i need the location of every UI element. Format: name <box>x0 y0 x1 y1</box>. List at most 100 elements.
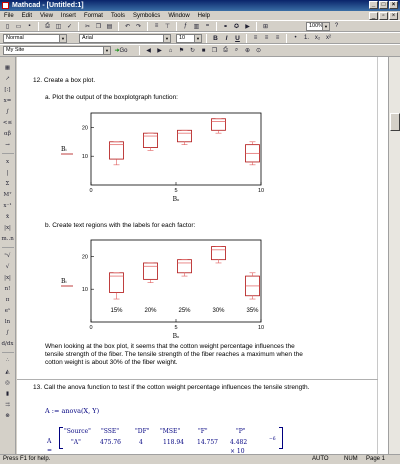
nth-root-icon[interactable]: ⁿ√ <box>2 251 14 261</box>
range-icon[interactable]: m..n <box>2 234 14 244</box>
redo-icon[interactable]: ↷ <box>134 22 143 31</box>
menu-view[interactable]: View <box>40 13 53 19</box>
calculator-palette-icon[interactable]: ▦ <box>2 63 14 73</box>
menu-edit[interactable]: Edit <box>22 13 32 19</box>
anova-definition[interactable]: A := anova(X, Y) <box>45 407 99 415</box>
insert-unit-icon[interactable]: ▥ <box>192 22 201 31</box>
sum-icon[interactable]: Σ <box>2 179 14 189</box>
italic-button[interactable]: I <box>222 34 231 43</box>
symbolic-palette-icon[interactable]: → <box>2 140 14 150</box>
menu-help[interactable]: Help <box>198 13 210 19</box>
xy-plot-icon[interactable]: x <box>2 157 14 167</box>
menu-format[interactable]: Format <box>84 13 103 19</box>
forward-icon[interactable]: ▶ <box>155 46 164 55</box>
box-plot-1[interactable]: 0 5 10 10 20 Bᵢ Bₒ <box>41 105 281 205</box>
box-plot-2[interactable]: 0 5 10 10 20 Bᵢ Bₒ 15% 20% 25% 30% 35% <box>41 232 281 342</box>
bold-button[interactable]: B <box>211 34 220 43</box>
bullets-icon[interactable]: • <box>291 34 300 43</box>
matrix-palette-icon[interactable]: [:] <box>2 85 14 95</box>
vertical-scrollbar[interactable] <box>388 57 400 454</box>
inverse-icon[interactable]: x⁻¹ <box>2 201 14 211</box>
absolute-icon[interactable]: |x| <box>2 273 14 283</box>
derivative-icon[interactable]: d/dx <box>2 339 14 349</box>
log-icon[interactable]: ln <box>2 317 14 327</box>
print-preview-icon[interactable]: ◫ <box>54 22 63 31</box>
vector-icon[interactable]: x̄ <box>2 212 14 222</box>
superscript-icon[interactable]: x² <box>324 34 333 43</box>
undo-icon[interactable]: ↶ <box>123 22 132 31</box>
insert-function-icon[interactable]: ƒ <box>181 22 190 31</box>
align-right-icon[interactable]: ≡ <box>273 34 282 43</box>
evaluation-palette-icon[interactable]: x= <box>2 96 14 106</box>
resource-select[interactable]: My Site ▼ <box>3 46 111 55</box>
cut-icon[interactable]: ✂ <box>83 22 92 31</box>
help-resources-icon[interactable]: ⊙ <box>254 46 263 55</box>
copy-page-icon[interactable]: ❐ <box>210 46 219 55</box>
insert-hyperlink-icon[interactable]: ⚭ <box>221 22 230 31</box>
print-icon[interactable]: ⎙ <box>43 22 52 31</box>
font-size-select[interactable]: 10 ▼ <box>176 33 202 43</box>
square-root-icon[interactable]: √ <box>2 262 14 272</box>
font-select[interactable]: Arial ▼ <box>79 33 171 43</box>
minimize-button[interactable]: _ <box>369 1 378 9</box>
underline-button[interactable]: U <box>233 34 242 43</box>
surface-plot-icon[interactable]: ◭ <box>2 367 14 377</box>
calculate-icon[interactable]: = <box>203 22 212 31</box>
doc-close-button[interactable]: × <box>389 11 398 20</box>
scrollbar-thumb[interactable] <box>390 113 400 131</box>
resource-center-icon[interactable]: ⊞ <box>261 22 270 31</box>
programming-palette-icon[interactable]: αβ <box>2 129 14 139</box>
transpose-icon[interactable]: Mᵀ <box>2 190 14 200</box>
calculus-palette-icon[interactable]: ∫ <box>2 107 14 117</box>
menu-insert[interactable]: Insert <box>61 13 76 19</box>
bar-plot-icon[interactable]: ▮ <box>2 389 14 399</box>
help-icon[interactable]: ? <box>332 22 341 31</box>
close-button[interactable]: × <box>389 1 398 9</box>
boolean-palette-icon[interactable]: <≤ <box>2 118 14 128</box>
polar-plot-icon[interactable]: ⊛ <box>2 411 14 421</box>
doc-minimize-button[interactable]: _ <box>369 11 378 20</box>
home-icon[interactable]: ⌂ <box>166 46 175 55</box>
zoom-select[interactable]: 100% ▼ <box>306 21 330 31</box>
paste-icon[interactable]: ▤ <box>105 22 114 31</box>
vector-field-icon[interactable]: ⇉ <box>2 400 14 410</box>
menu-tools[interactable]: Tools <box>111 13 125 19</box>
exponent-icon[interactable]: eˣ <box>2 306 14 316</box>
go-button[interactable]: ➜ Go <box>113 46 129 55</box>
align-center-icon[interactable]: ≡ <box>262 34 271 43</box>
worksheet[interactable]: 12. Create a box plot. a. Plot the outpu… <box>17 57 388 454</box>
menu-file[interactable]: File <box>4 13 14 19</box>
align-across-icon[interactable]: ≡ <box>152 22 161 31</box>
next-icon[interactable]: ⊕ <box>243 46 252 55</box>
stop-icon[interactable]: ■ <box>199 46 208 55</box>
doc-restore-button[interactable]: ▫ <box>379 11 388 20</box>
graph-palette-icon[interactable]: ↗ <box>2 74 14 84</box>
save-icon[interactable]: ▪ <box>25 22 34 31</box>
scatter-plot-icon[interactable]: ∴ <box>2 356 14 366</box>
factorial-icon[interactable]: n! <box>2 284 14 294</box>
back-icon[interactable]: ◀ <box>144 46 153 55</box>
refresh-icon[interactable]: ↻ <box>188 46 197 55</box>
bookmark-icon[interactable]: ⚑ <box>177 46 186 55</box>
new-icon[interactable]: ▯ <box>3 22 12 31</box>
menu-symbolics[interactable]: Symbolics <box>133 13 160 19</box>
spellcheck-icon[interactable]: ✓ <box>65 22 74 31</box>
det-icon[interactable]: |x| <box>2 223 14 233</box>
open-icon[interactable]: ▭ <box>14 22 23 31</box>
maximize-button[interactable]: □ <box>379 1 388 9</box>
find-icon[interactable]: ⌕ <box>232 46 241 55</box>
contour-plot-icon[interactable]: ◎ <box>2 378 14 388</box>
pi-icon[interactable]: π <box>2 295 14 305</box>
style-select[interactable]: Normal ▼ <box>3 33 67 43</box>
integral-icon[interactable]: ∫ <box>2 328 14 338</box>
align-down-icon[interactable]: ⊤ <box>163 22 172 31</box>
subscript-icon[interactable]: x₂ <box>313 34 322 43</box>
numbering-icon[interactable]: 1. <box>302 34 311 43</box>
add-line-icon[interactable]: | <box>2 168 14 178</box>
print-page-icon[interactable]: ⎙ <box>221 46 230 55</box>
component-wizard-icon[interactable]: ✪ <box>232 22 241 31</box>
run-script-icon[interactable]: ▶ <box>243 22 252 31</box>
align-left-icon[interactable]: ≡ <box>251 34 260 43</box>
copy-icon[interactable]: ❐ <box>94 22 103 31</box>
menu-window[interactable]: Window <box>168 13 189 19</box>
